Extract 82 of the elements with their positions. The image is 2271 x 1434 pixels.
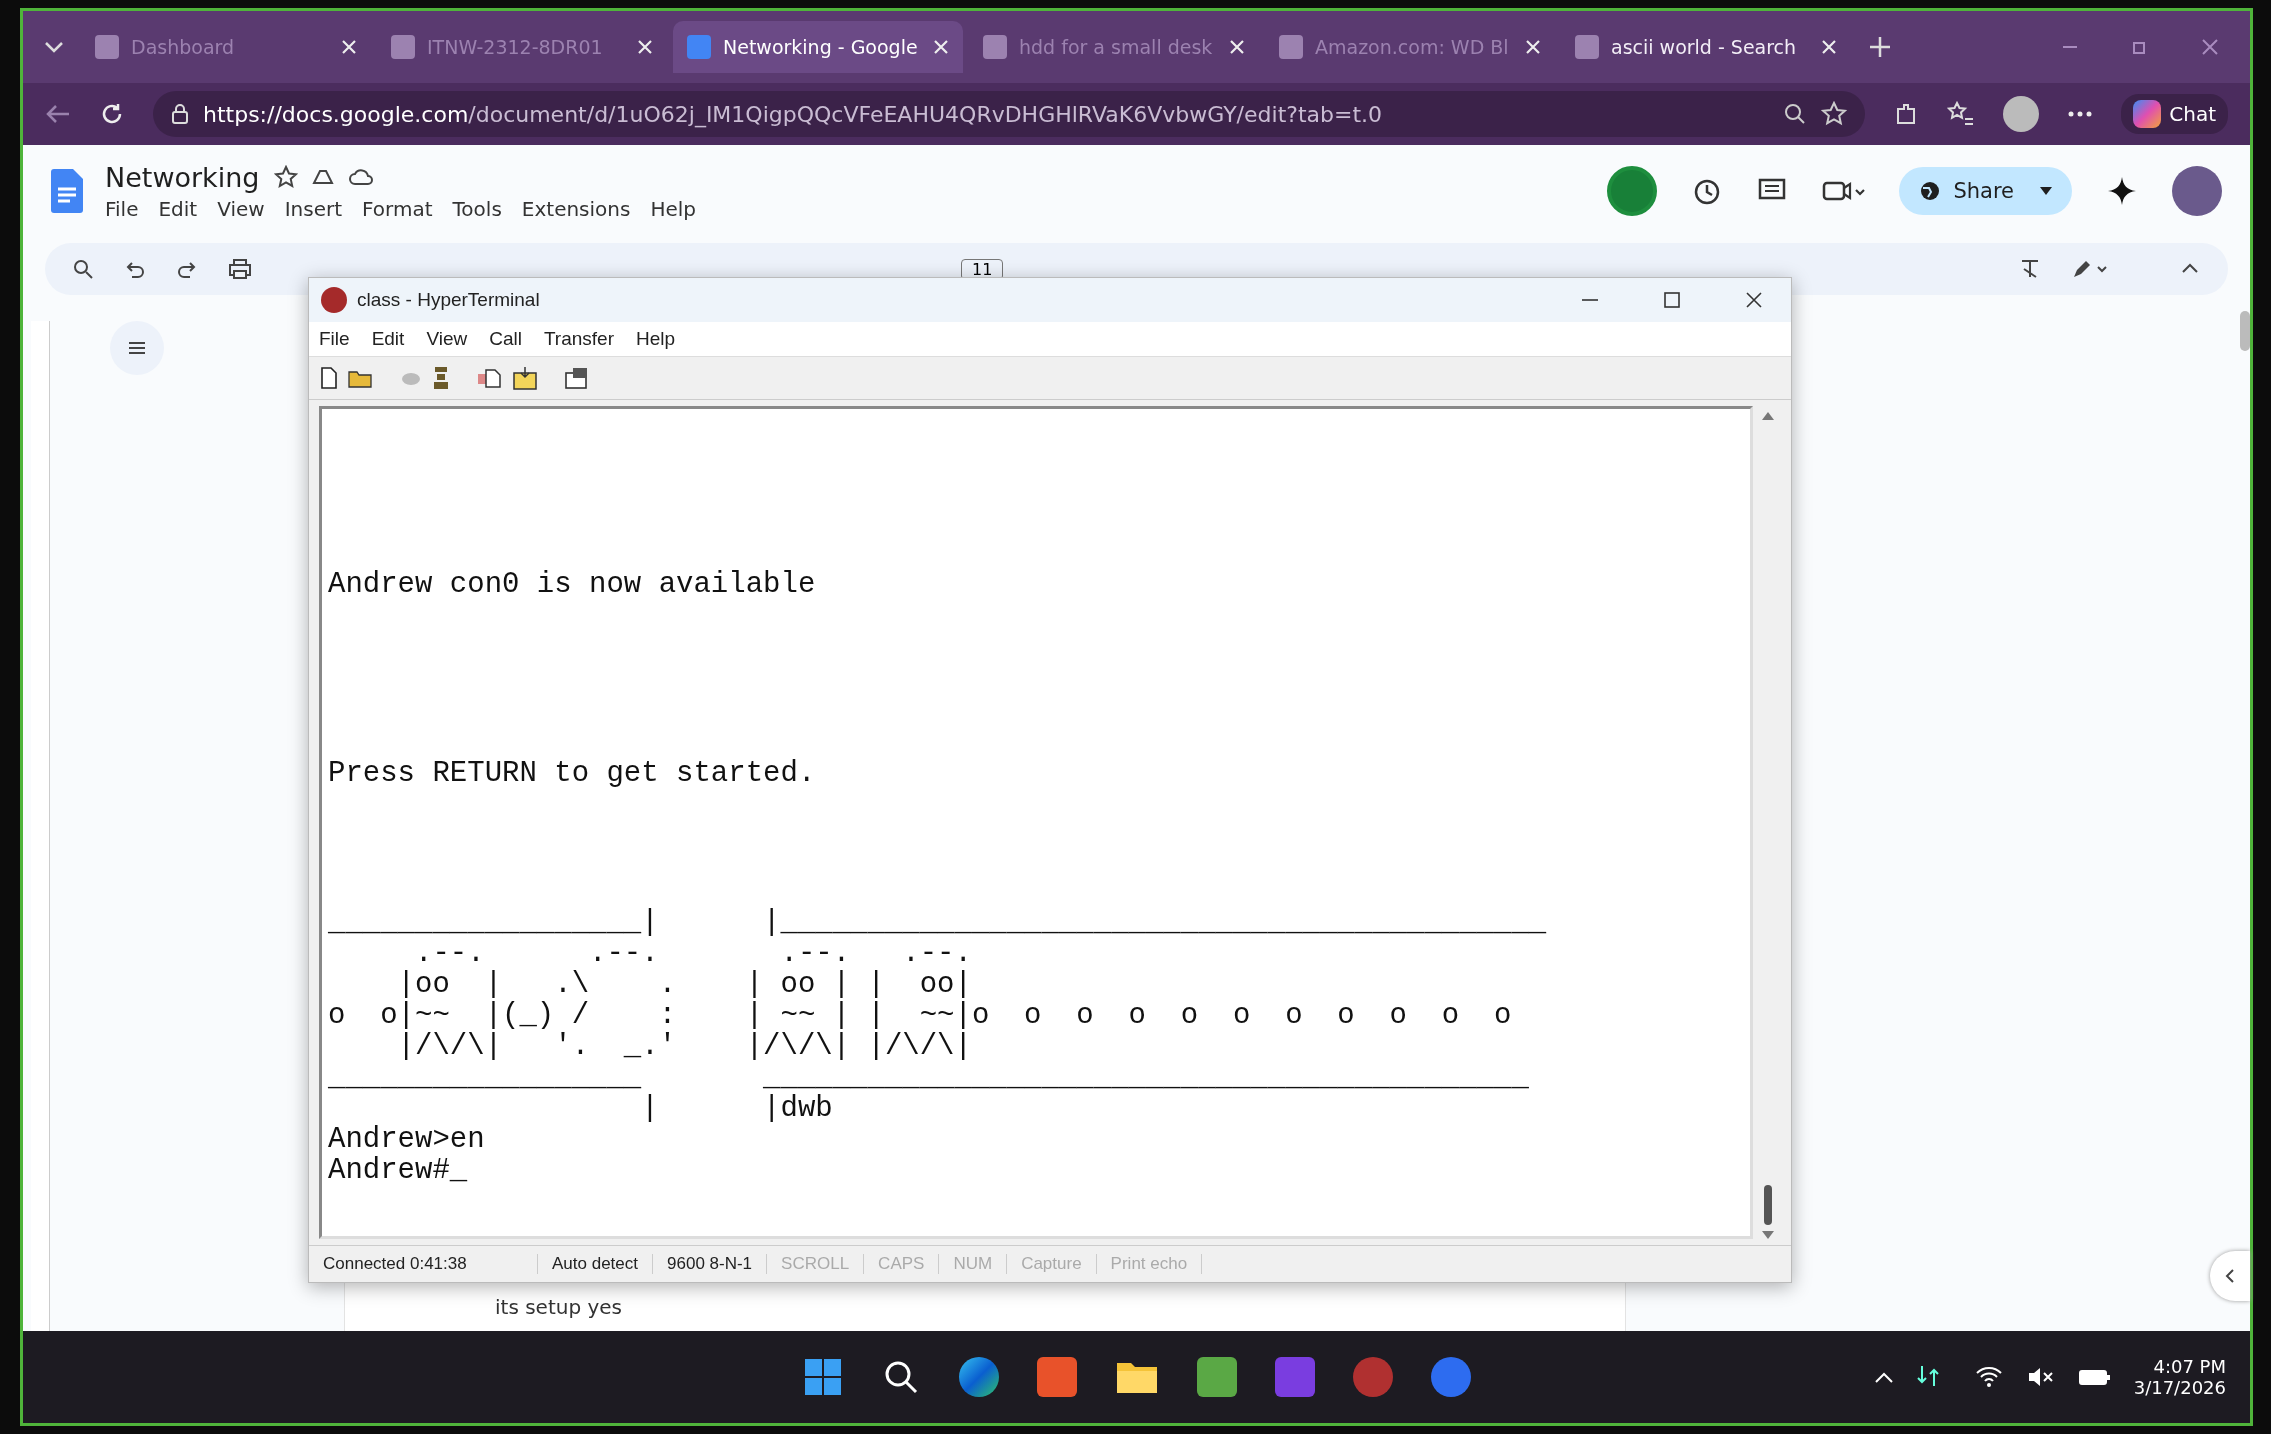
receive-icon[interactable]	[511, 365, 539, 391]
terminal-line: Andrew>en	[328, 1124, 486, 1155]
app-icon[interactable]	[1274, 1357, 1315, 1397]
menu-item[interactable]: File	[319, 328, 350, 350]
menu-item[interactable]: Edit	[371, 328, 405, 350]
close-icon[interactable]	[1229, 39, 1245, 55]
new-file-icon[interactable]	[319, 366, 339, 390]
status-field: CAPS	[864, 1254, 940, 1274]
copilot-chat-button[interactable]: Chat	[2121, 94, 2228, 134]
status-field: Print echo	[1096, 1254, 1203, 1274]
close-icon[interactable]	[1525, 39, 1541, 55]
menu-item[interactable]: Help	[650, 196, 697, 221]
list-icon	[127, 340, 147, 356]
address-field[interactable]: https://docs.google.com/document/d/1uO62j_IM1QigpQQcVFeEAHU4QRvDHGHlRVaK6VvbwGY/edit?tab=t.0	[153, 91, 1866, 137]
menu-item[interactable]: Help	[636, 328, 676, 350]
maximize-icon[interactable]	[1661, 289, 1683, 311]
close-icon[interactable]	[1821, 39, 1837, 55]
status-field: SCROLL	[767, 1254, 865, 1274]
document-text: its setup yes	[495, 1295, 623, 1319]
browser-tab[interactable]: Networking - Google	[673, 21, 963, 73]
favicon-icon	[1279, 35, 1303, 59]
document-title[interactable]: Networking	[105, 161, 260, 193]
favicon-icon	[687, 35, 711, 59]
ascii-art: __________________| |____________________________________________ .--. .--. .--. .--. |oo | .\ . | oo | | oo| o o|~~ |(_) / : | ~~ | | ~~|o o o o o o o o o o o |/\/\| '. _.' |/\/\| |/\/\| __________________ ____________________________________________ | |dwb	[328, 907, 1548, 1124]
close-icon[interactable]	[637, 39, 653, 55]
favicon-icon	[391, 35, 415, 59]
terminal-line: Andrew#_	[328, 1155, 469, 1186]
menu-item[interactable]: Extensions	[521, 196, 631, 221]
menu-item[interactable]: Call	[489, 328, 522, 350]
scroll-up-icon[interactable]	[1762, 412, 1774, 420]
menu-item[interactable]: Insert	[284, 196, 343, 221]
copilot-icon	[2133, 100, 2162, 128]
favicon-icon	[983, 35, 1007, 59]
account-avatar[interactable]	[2172, 166, 2222, 216]
print-icon[interactable]	[227, 257, 253, 281]
menu-item[interactable]: Tools	[452, 196, 502, 221]
chevron-up-icon[interactable]	[1873, 1370, 1894, 1384]
menu-item[interactable]: View	[426, 328, 468, 350]
status-field: Connected 0:41:38	[309, 1254, 538, 1274]
browser-tab[interactable]: ascii world - Search	[1561, 21, 1851, 73]
caret-icon[interactable]	[2040, 187, 2052, 195]
profile-avatar[interactable]	[2003, 96, 2040, 132]
favicon-icon	[1575, 35, 1599, 59]
menu-item[interactable]: Format	[362, 196, 433, 221]
phone-connect-icon[interactable]	[431, 364, 451, 392]
menu-item[interactable]: Edit	[158, 196, 198, 221]
app-icon[interactable]	[1036, 1357, 1077, 1397]
menu-item[interactable]: File	[105, 196, 139, 221]
close-icon[interactable]	[341, 39, 357, 55]
search-icon[interactable]	[71, 257, 95, 281]
terminal-line: Press RETURN to get started.	[328, 758, 817, 789]
favicon-icon	[95, 35, 119, 59]
app-icon[interactable]	[1196, 1357, 1237, 1397]
menu-item[interactable]: View	[217, 196, 265, 221]
window-title: class - HyperTerminal	[357, 289, 540, 311]
favorites-icon[interactable]	[1947, 101, 1976, 127]
status-field: Capture	[1007, 1254, 1097, 1274]
send-icon[interactable]	[475, 366, 503, 390]
share-button[interactable]: Share	[1899, 167, 2072, 215]
lock-icon	[171, 104, 189, 124]
status-field: NUM	[939, 1254, 1008, 1274]
side-panel-toggle[interactable]	[2210, 1251, 2250, 1301]
terminal-line: Andrew con0 is now available	[328, 569, 817, 600]
meet-status-icon[interactable]	[1607, 166, 1658, 216]
windows-start-icon[interactable]	[802, 1357, 843, 1397]
more-icon[interactable]	[2067, 110, 2094, 118]
clock-time[interactable]: 4:07 PM	[2153, 1356, 2226, 1377]
chevron-down-icon[interactable]	[43, 40, 65, 54]
chevron-left-icon	[2225, 1268, 2235, 1284]
status-field: Auto detect	[538, 1254, 653, 1274]
cloud-icon[interactable]	[347, 167, 374, 187]
menu-item[interactable]: Transfer	[543, 328, 614, 350]
plus-icon[interactable]	[1867, 34, 1893, 60]
docs-icon[interactable]	[51, 169, 83, 213]
scroll-thumb[interactable]	[1764, 1185, 1772, 1225]
scroll-down-icon[interactable]	[1762, 1231, 1774, 1239]
star-icon[interactable]	[273, 165, 298, 189]
close-icon[interactable]	[933, 39, 949, 55]
back-arrow-icon[interactable]	[45, 103, 71, 125]
clock-date[interactable]: 3/17/2026	[2133, 1377, 2226, 1398]
status-field: 9600 8-N-1	[653, 1254, 768, 1274]
battery-icon[interactable]	[2077, 1367, 2112, 1387]
